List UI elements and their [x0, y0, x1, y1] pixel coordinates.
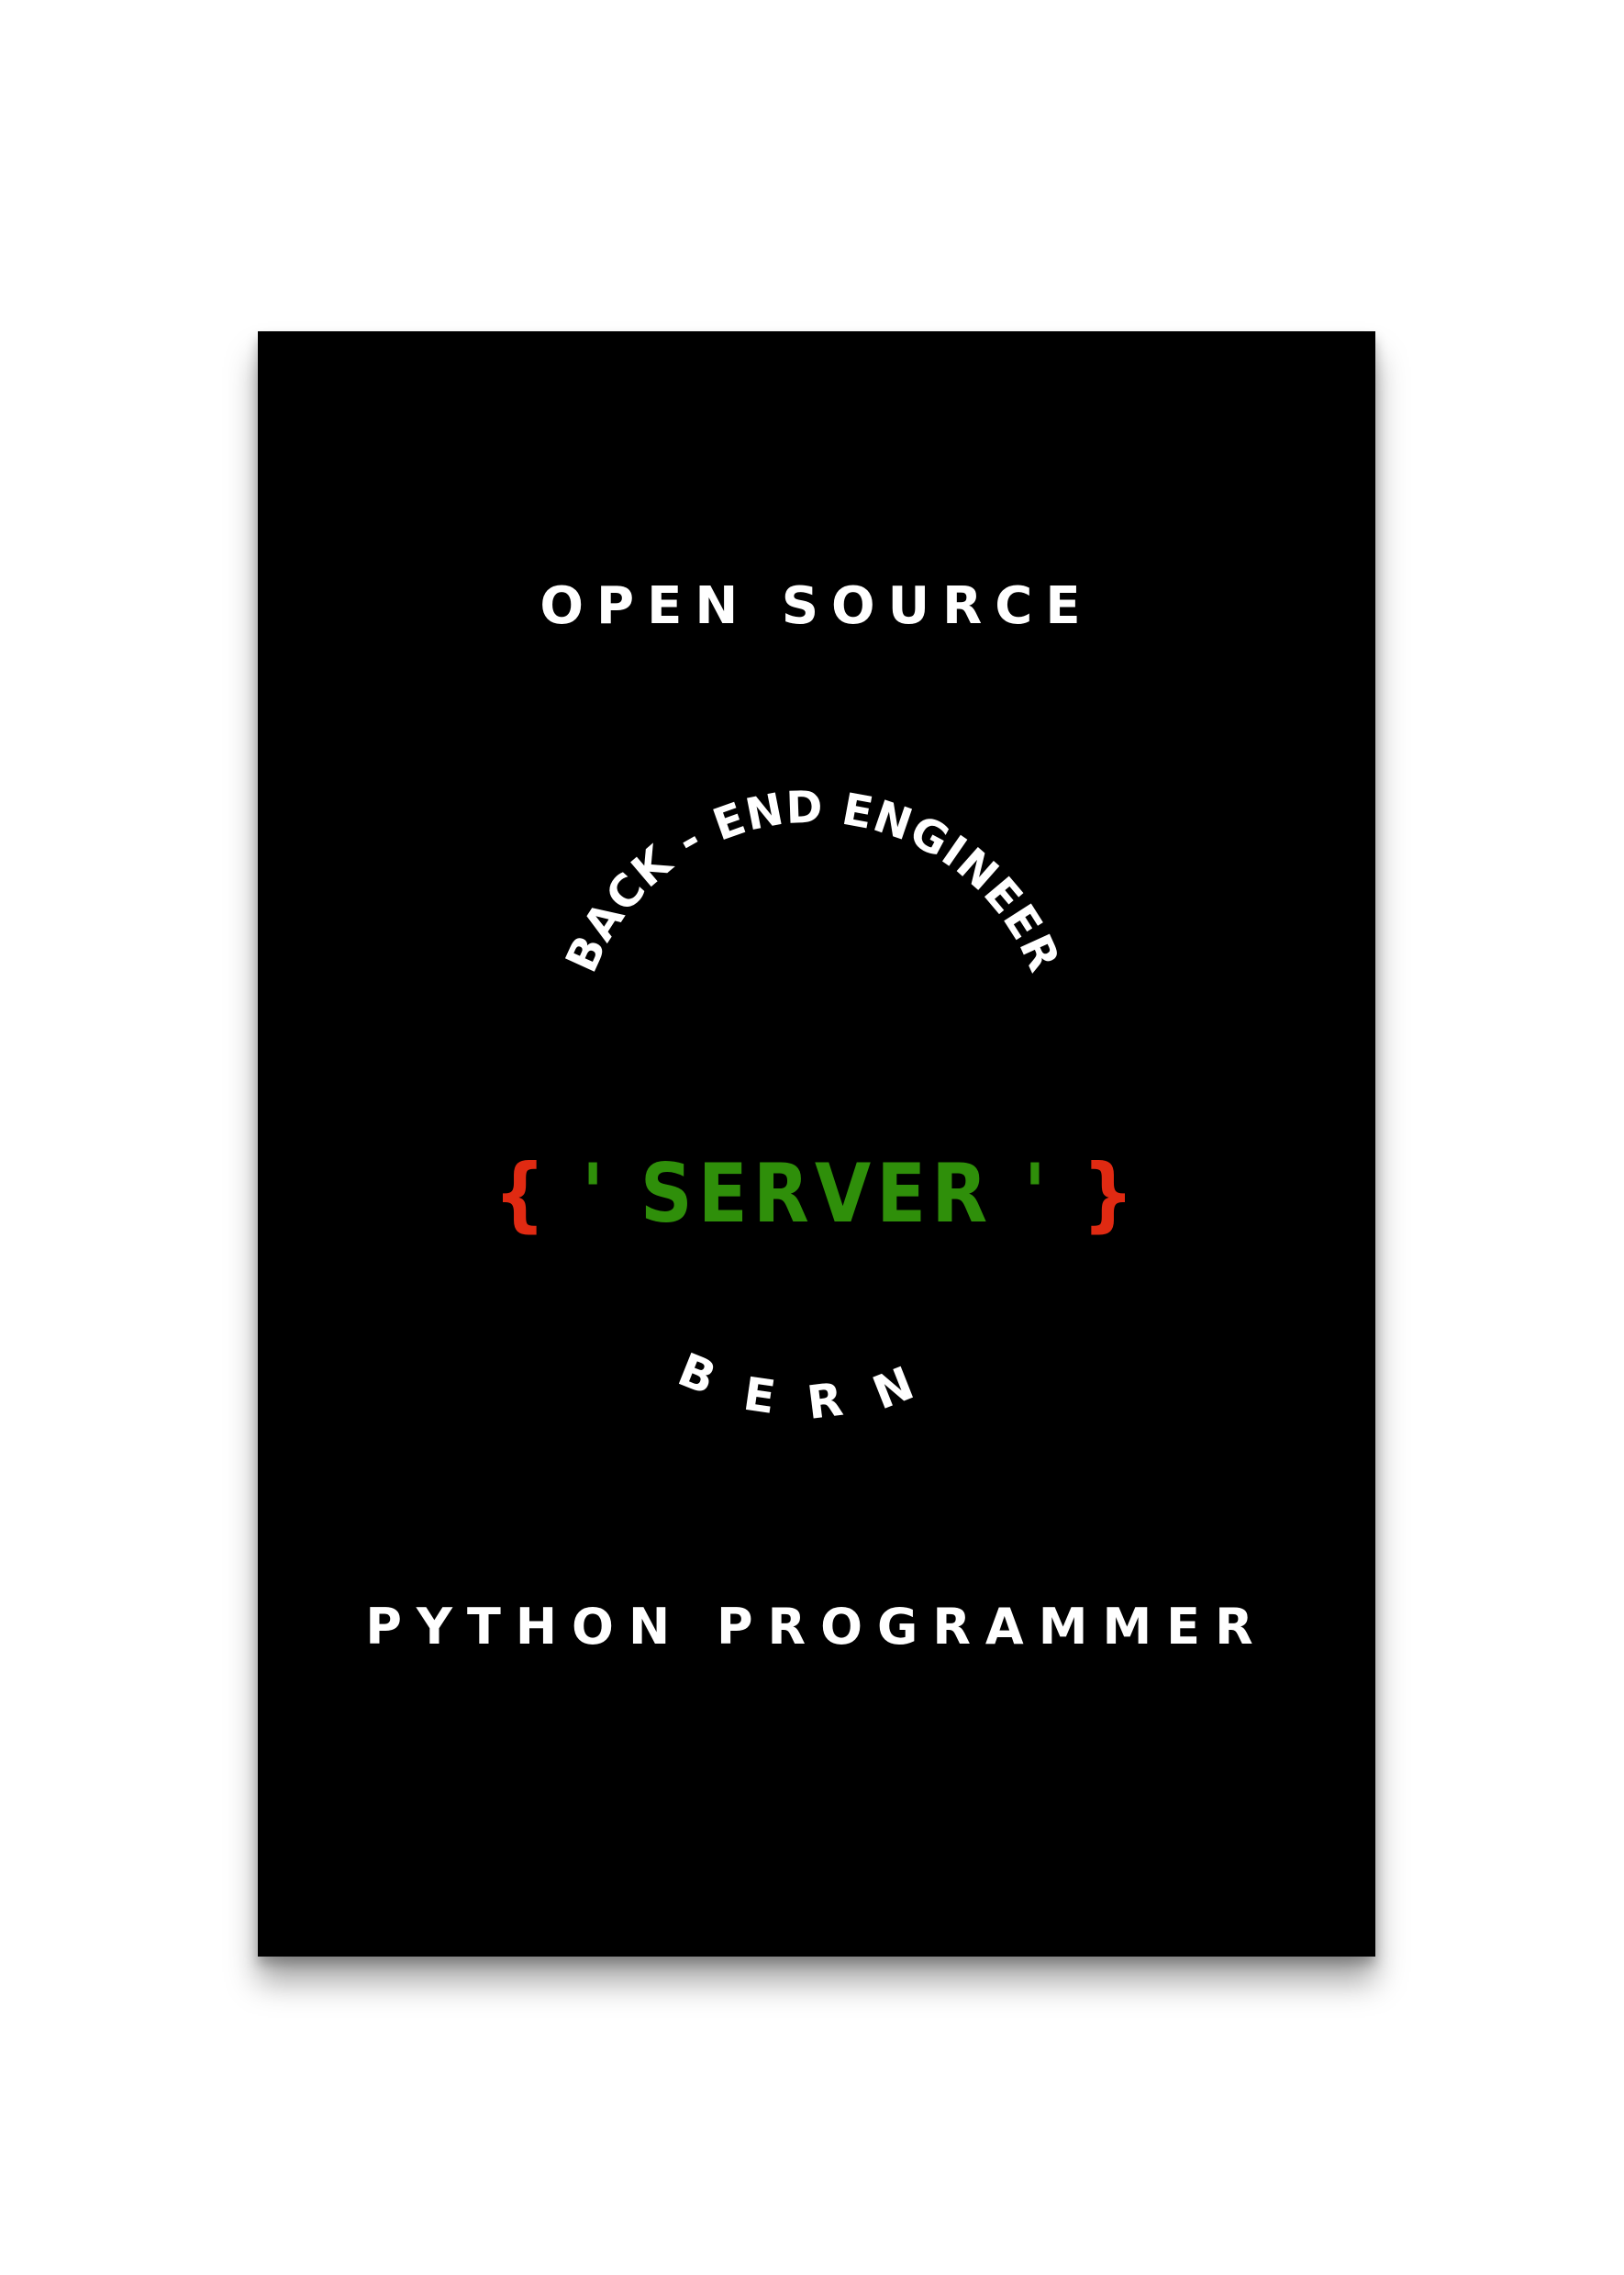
headline-python-programmer: PYTHON PROGRAMMER [365, 1598, 1267, 1656]
arc-location-bern: BERN [671, 1343, 955, 1430]
headline-open-source: OPEN SOURCE [539, 576, 1093, 636]
arc-location-bern-path: BERN [671, 1343, 918, 1430]
arc-title-backend-engineer-path: BACK - END ENGINEER [556, 781, 1069, 979]
poster-artwork: OPEN SOURCE BACK - END ENGINEER { ' SERV… [365, 576, 1267, 1656]
close-quote: ' [1024, 1146, 1051, 1241]
open-quote: ' [582, 1146, 609, 1241]
open-brace: { [494, 1146, 551, 1241]
arc-title-backend-engineer: BACK - END ENGINEER [556, 781, 1070, 979]
server-emblem: { ' SERVER ' } [494, 1146, 1140, 1241]
server-word: SERVER [640, 1146, 993, 1241]
close-brace: } [1083, 1146, 1140, 1241]
poster-card: OPEN SOURCE BACK - END ENGINEER { ' SERV… [258, 331, 1375, 1957]
